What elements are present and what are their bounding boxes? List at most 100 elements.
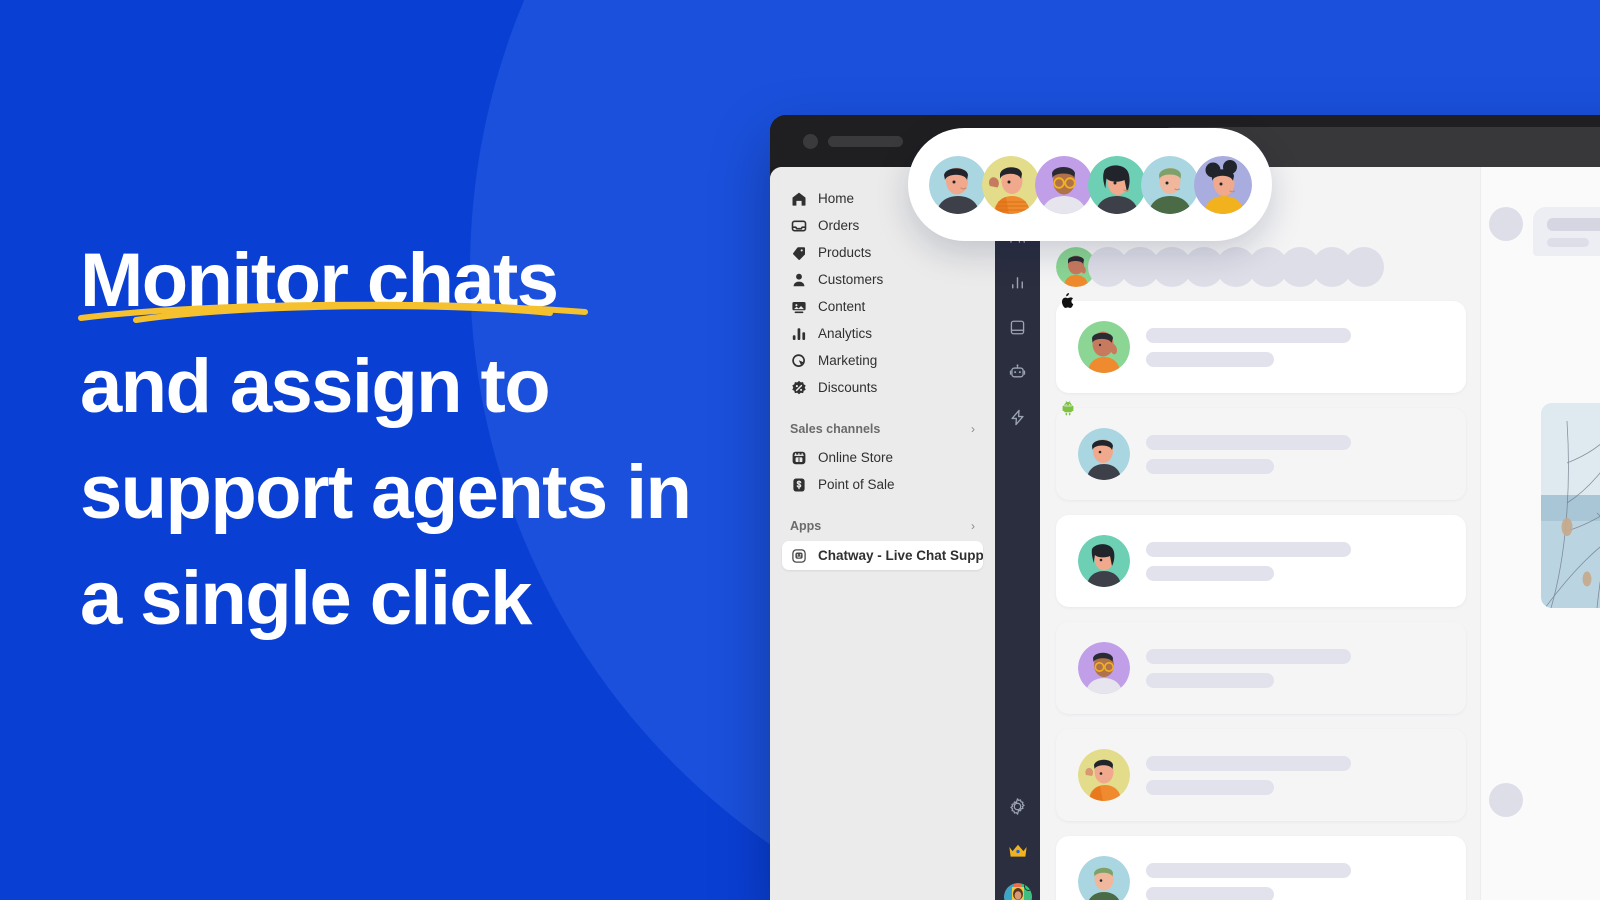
placeholder-line-primary xyxy=(1146,648,1351,664)
sidebar-item-label: Chatway - Live Chat Supp... xyxy=(818,548,983,563)
chevron-right-icon: › xyxy=(971,519,975,533)
sidebar-item-content[interactable]: Content xyxy=(782,293,983,320)
sidebar-item-label: Online Store xyxy=(818,450,894,465)
browser-url-placeholder[interactable] xyxy=(828,136,903,147)
sidebar-item-label: Products xyxy=(818,245,872,260)
row-placeholder-lines xyxy=(1146,862,1351,900)
sidebar-item-marketing[interactable]: Marketing xyxy=(782,347,983,374)
table-row[interactable] xyxy=(1056,400,1466,500)
shopify-sidebar: Home Orders Products Customers Content A… xyxy=(770,167,995,900)
content-icon xyxy=(790,298,807,315)
agent-avatar-1[interactable] xyxy=(928,155,987,214)
knowledge-book-icon xyxy=(1008,318,1027,337)
hero-headline: Monitor chats and assign to support agen… xyxy=(78,228,760,652)
window-control-dot[interactable] xyxy=(803,134,818,149)
avatar xyxy=(1078,535,1130,587)
online-status-dot xyxy=(1023,883,1032,891)
table-row[interactable] xyxy=(1056,836,1466,900)
sidebar-item-label: Home xyxy=(818,191,855,206)
headline-line-3: support agents in xyxy=(80,450,692,535)
placeholder-line-secondary xyxy=(1146,672,1274,688)
agent-avatar-2[interactable] xyxy=(981,155,1040,214)
strip-avatar-placeholder[interactable] xyxy=(1344,247,1384,287)
message-avatar xyxy=(1489,783,1523,817)
table-row[interactable] xyxy=(1056,292,1466,393)
row-placeholder-lines xyxy=(1146,434,1351,474)
section-label: Apps xyxy=(790,519,822,533)
sidebar-item-customers[interactable]: Customers xyxy=(782,266,983,293)
products-tag-icon xyxy=(790,244,807,261)
message-bubble xyxy=(1533,207,1600,256)
rail-item-analytics[interactable] xyxy=(1001,265,1035,299)
agent-avatar-4[interactable] xyxy=(1087,155,1146,214)
message-image-attachment[interactable] xyxy=(1541,403,1600,608)
headline-line-1: Monitor chats xyxy=(80,238,559,323)
row-placeholder-lines xyxy=(1146,541,1351,581)
rail-item-settings[interactable] xyxy=(1001,789,1035,823)
sidebar-item-online-store[interactable]: Online Store xyxy=(782,444,983,471)
placeholder-line-secondary xyxy=(1146,458,1274,474)
chat-list-panel xyxy=(1040,167,1480,900)
customers-person-icon xyxy=(790,271,807,288)
sidebar-item-label: Orders xyxy=(818,218,860,233)
orders-icon xyxy=(790,217,807,234)
message-sub-placeholder xyxy=(1547,238,1589,247)
headline-line-2: and assign to xyxy=(80,344,551,429)
sidebar-item-label: Marketing xyxy=(818,353,878,368)
avatar xyxy=(1078,856,1130,900)
message-title-placeholder xyxy=(1547,218,1600,231)
placeholder-line-primary xyxy=(1146,327,1351,343)
sidebar-item-label: Content xyxy=(818,299,866,314)
rail-item-knowledge-base[interactable] xyxy=(1001,310,1035,344)
row-placeholder-lines xyxy=(1146,648,1351,688)
assigned-agents-strip[interactable] xyxy=(1056,245,1384,289)
rail-bottom-group xyxy=(1001,789,1035,900)
table-row[interactable] xyxy=(1056,622,1466,714)
analytics-chart-icon xyxy=(1008,273,1027,292)
premium-crown-icon xyxy=(1007,842,1029,860)
chatway-app-icon xyxy=(790,547,807,564)
sidebar-section-sales-channels[interactable]: Sales channels › xyxy=(782,417,983,441)
sidebar-item-label: Point of Sale xyxy=(818,477,895,492)
conversation-panel xyxy=(1480,167,1600,900)
android-platform-icon xyxy=(1059,399,1076,416)
placeholder-line-primary xyxy=(1146,541,1351,557)
app-viewport: Home Orders Products Customers Content A… xyxy=(770,167,1600,900)
avatar xyxy=(1078,749,1130,801)
conversation-list xyxy=(1056,292,1466,900)
agent-avatar-5[interactable] xyxy=(1140,155,1199,214)
placeholder-line-secondary xyxy=(1146,351,1274,367)
chevron-right-icon: › xyxy=(971,422,975,436)
conversation-message[interactable] xyxy=(1489,207,1600,256)
rail-user-avatar[interactable] xyxy=(1003,883,1032,900)
placeholder-line-primary xyxy=(1146,862,1351,878)
home-icon xyxy=(790,190,807,207)
sidebar-item-discounts[interactable]: Discounts xyxy=(782,374,983,401)
sidebar-item-chatway-app[interactable]: Chatway - Live Chat Supp... xyxy=(782,541,983,570)
sidebar-item-point-of-sale[interactable]: Point of Sale xyxy=(782,471,983,498)
row-placeholder-lines xyxy=(1146,327,1351,367)
rail-item-automation[interactable] xyxy=(1001,400,1035,434)
section-label: Sales channels xyxy=(790,422,881,436)
headline-line-4: a single click xyxy=(80,556,532,641)
online-store-icon xyxy=(790,449,807,466)
rail-item-premium[interactable] xyxy=(1001,834,1035,868)
point-of-sale-icon xyxy=(790,476,807,493)
automation-lightning-icon xyxy=(1008,408,1027,427)
agent-avatar-3[interactable] xyxy=(1034,155,1093,214)
discounts-badge-icon xyxy=(790,379,807,396)
agent-avatar-6[interactable] xyxy=(1193,155,1252,214)
sidebar-section-apps[interactable]: Apps › xyxy=(782,514,983,538)
sidebar-item-analytics[interactable]: Analytics xyxy=(782,320,983,347)
marketing-target-icon xyxy=(790,352,807,369)
rail-item-chatbot[interactable] xyxy=(1001,355,1035,389)
apple-platform-icon xyxy=(1059,292,1076,309)
placeholder-line-secondary xyxy=(1146,886,1274,900)
placeholder-line-primary xyxy=(1146,434,1351,450)
sidebar-item-label: Discounts xyxy=(818,380,878,395)
table-row[interactable] xyxy=(1056,729,1466,821)
sidebar-item-products[interactable]: Products xyxy=(782,239,983,266)
placeholder-line-primary xyxy=(1146,755,1351,771)
settings-gear-icon xyxy=(1008,797,1027,816)
table-row[interactable] xyxy=(1056,515,1466,607)
